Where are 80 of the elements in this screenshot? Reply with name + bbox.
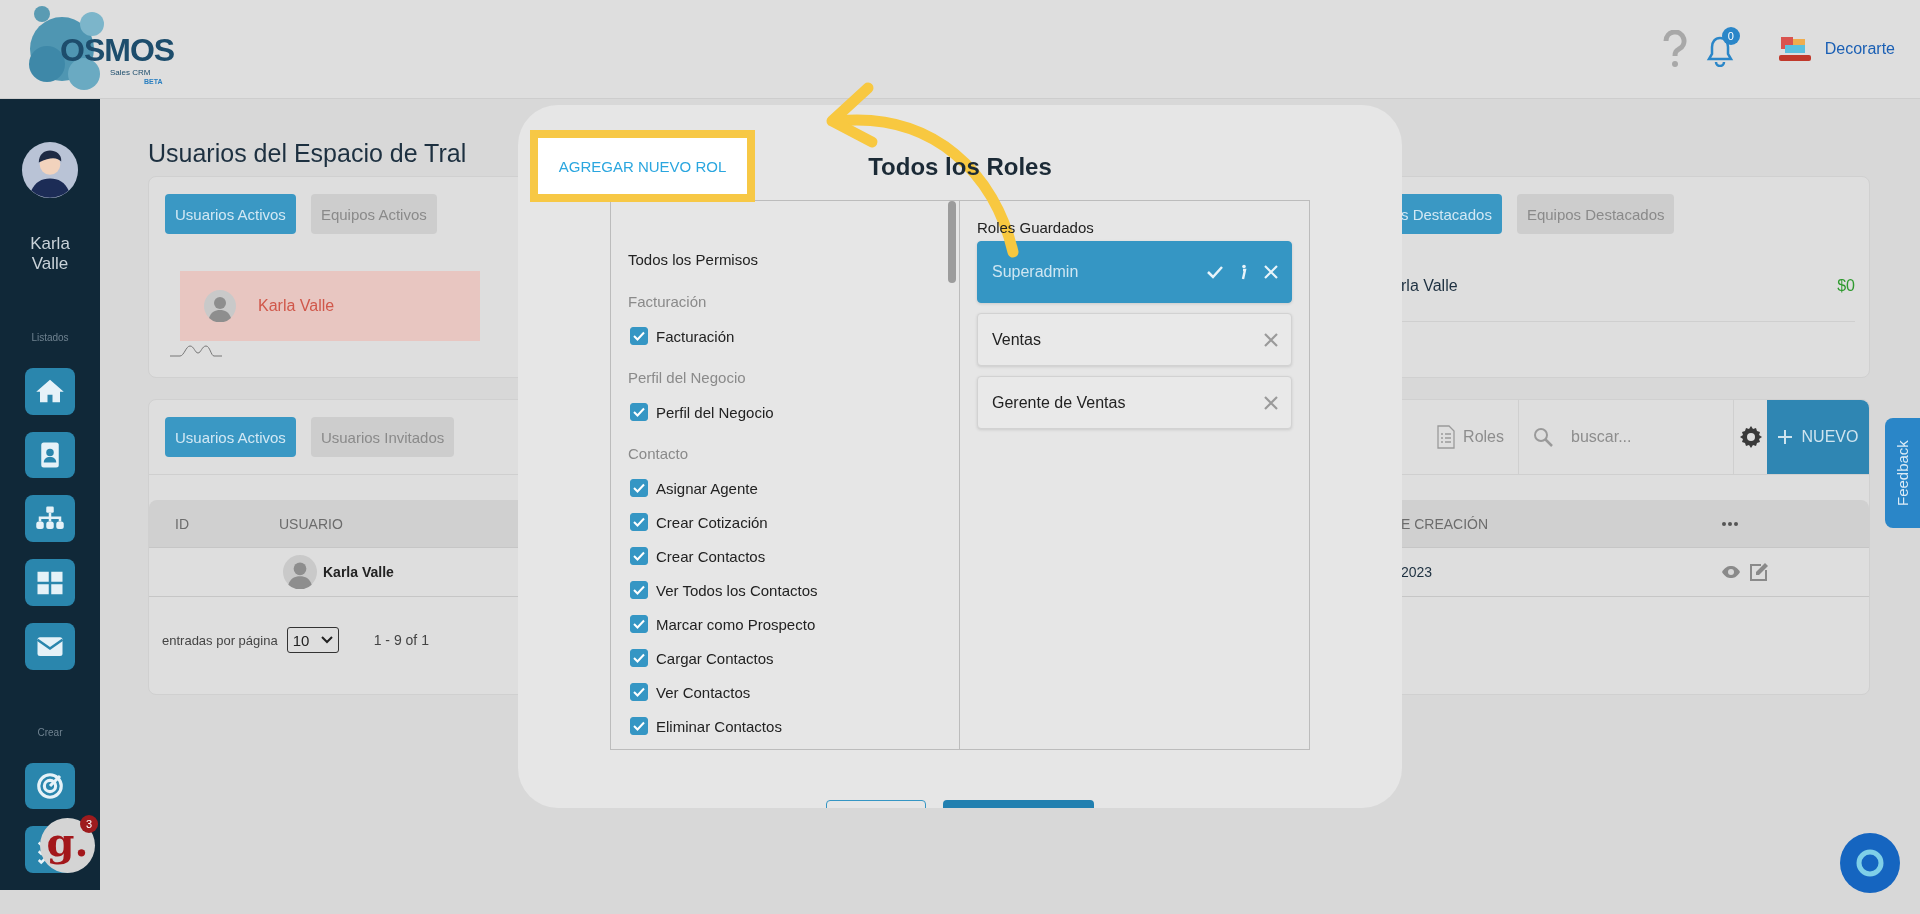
tab[interactable]: s Destacados (1401, 194, 1502, 234)
permission-label: Perfil del Negocio (656, 403, 774, 421)
checkbox[interactable] (630, 615, 648, 633)
ranking-name: rla Valle (1401, 277, 1458, 295)
page-title: Usuarios del Espacio de Tral (148, 138, 467, 169)
permission-label: Crear Cotización (656, 513, 768, 531)
feedback-tab[interactable]: Feedback (1885, 418, 1920, 528)
checkbox[interactable] (630, 479, 648, 497)
target-button[interactable] (25, 762, 75, 810)
checkbox[interactable] (630, 513, 648, 531)
checkbox[interactable] (630, 717, 648, 735)
permission-label: Ver Contactos (656, 683, 751, 701)
target-icon (35, 770, 65, 801)
group-label: Facturación (628, 292, 708, 312)
close-icon[interactable] (1263, 394, 1279, 411)
search-field[interactable]: buscar... (1569, 427, 1713, 447)
permission-label: Marcar como Prospecto (656, 615, 816, 633)
tab[interactable]: Usuarios Invitados (310, 417, 455, 457)
role-item[interactable]: Superadmin (977, 241, 1292, 303)
featured-user-name: Karla Valle (258, 297, 335, 315)
search-icon (1533, 427, 1553, 447)
permission-label: Ver Todos los Contactos (656, 581, 818, 599)
user-name: Karla Valle (29, 234, 71, 275)
checkbox[interactable] (630, 403, 648, 421)
checkbox[interactable] (630, 683, 648, 701)
ranking-amount: $0 (1837, 277, 1855, 295)
table-cell-text: 2023 (1401, 564, 1434, 580)
account-name[interactable]: Decorarte (1824, 40, 1895, 58)
permission-label: Asignar Agente (656, 479, 758, 497)
per-page-select[interactable]: 10 (286, 627, 339, 653)
permission-label: Crear Contactos (656, 547, 766, 565)
permissions-heading: Todos los Permisos (628, 250, 760, 270)
envelope-button[interactable] (25, 622, 75, 670)
more-icon[interactable] (1721, 520, 1739, 527)
section-label: Listados (31, 332, 69, 344)
document-icon (1437, 425, 1456, 449)
tab[interactable]: Usuarios Activos (165, 417, 296, 457)
check-icon[interactable] (1207, 264, 1223, 280)
permission-label: Cargar Contactos (656, 649, 774, 667)
tab[interactable]: Usuarios Activos (165, 194, 296, 234)
tab[interactable]: Equipos Activos (310, 194, 437, 234)
checkbox[interactable] (630, 547, 648, 565)
group-label: Perfil del Negocio (628, 368, 747, 388)
column-header: USUARIO (279, 515, 343, 532)
user-avatar (204, 290, 236, 322)
new-button[interactable]: NUEVO (1767, 400, 1869, 474)
checkbox[interactable] (630, 581, 648, 599)
plus-icon (1777, 430, 1792, 444)
notification-badge: 0 (1721, 27, 1740, 45)
sparkline-drawing (170, 343, 222, 357)
contact-card-button[interactable] (25, 431, 75, 479)
close-icon[interactable] (1263, 331, 1279, 348)
column-header: E CREACIÓN (1401, 515, 1490, 532)
tab[interactable]: Equipos Destacados (1516, 194, 1675, 234)
role-item[interactable]: Gerente de Ventas (977, 376, 1292, 429)
checkbox[interactable] (630, 649, 648, 667)
scrollbar-thumb[interactable] (948, 201, 956, 283)
org-chart-button[interactable] (25, 495, 75, 543)
chat-button[interactable] (1840, 833, 1900, 893)
ring-icon (1854, 847, 1886, 879)
user-avatar[interactable] (20, 142, 80, 199)
role-item[interactable]: Ventas (977, 313, 1292, 366)
brand-logo-icon (1776, 35, 1813, 63)
table-cell: Karla Valle (323, 564, 394, 580)
logo-tagline: Sales CRM (110, 68, 151, 77)
permission-label: Eliminar Contactos (656, 717, 782, 735)
settings-icon[interactable] (1738, 425, 1763, 449)
grid-button[interactable] (25, 559, 75, 606)
permission-label: Facturación (656, 327, 735, 345)
home-button[interactable] (25, 368, 75, 415)
edit-icon[interactable] (1749, 562, 1769, 582)
group-label: Contacto (628, 444, 690, 464)
section-label: Crear (37, 726, 63, 738)
pagination-range: 1 - 9 of 1 (373, 632, 429, 648)
user-avatar (283, 555, 317, 589)
add-role-button[interactable]: AGREGAR NUEVO ROL (530, 130, 755, 202)
column-header: ID (174, 515, 190, 532)
checkbox[interactable] (630, 327, 648, 345)
pagination-label: entradas por página (162, 632, 278, 648)
chevron-icon (320, 636, 333, 644)
